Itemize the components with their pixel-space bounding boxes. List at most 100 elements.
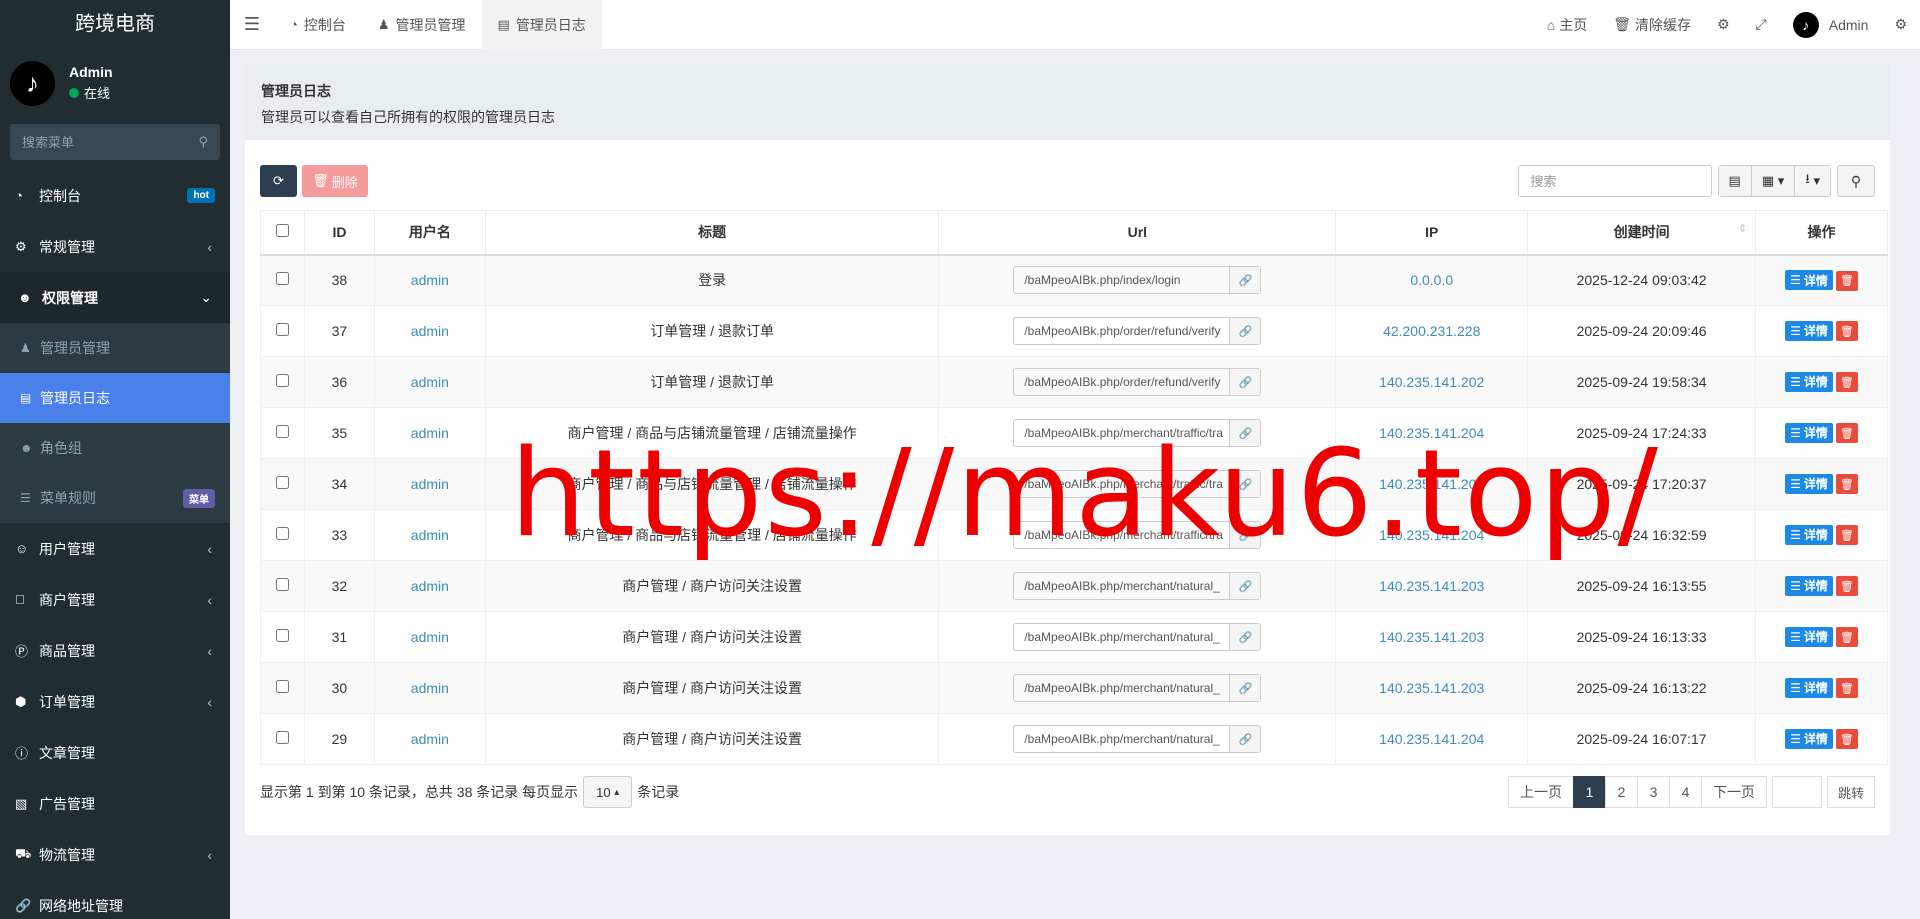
clear-cache-button[interactable]: 🗑 清除缓存 [1600, 15, 1704, 35]
ip-link[interactable]: 140.235.141.204 [1379, 527, 1484, 543]
row-checkbox[interactable] [275, 680, 289, 693]
table-search-input[interactable] [1517, 165, 1712, 197]
delete-button[interactable]: 🗑 删除 [302, 165, 368, 197]
tab-admin-manage[interactable]: ♟ 管理员管理 [362, 0, 482, 50]
row-checkbox[interactable] [275, 323, 289, 336]
language-icon[interactable]: ⚙ [1704, 16, 1743, 33]
detail-button[interactable]: ☰ 详情 [1785, 575, 1833, 596]
open-link-button[interactable]: 🔗 [1230, 420, 1261, 446]
select-all-checkbox[interactable] [275, 224, 289, 238]
detail-button[interactable]: ☰ 详情 [1785, 677, 1833, 698]
col-username[interactable]: 用户名 [373, 210, 486, 256]
open-link-button[interactable]: 🔗 [1230, 318, 1261, 344]
page-1-button[interactable]: 1 [1572, 776, 1606, 808]
ip-link[interactable]: 140.235.141.203 [1379, 680, 1484, 696]
url-text[interactable]: /baMpeoAIBk.php/merchant/traffic/tra [1014, 420, 1231, 446]
page-4-button[interactable]: 4 [1668, 776, 1702, 808]
refresh-button[interactable]: ⟳ [260, 165, 297, 197]
settings-icon[interactable]: ⚙ [1881, 16, 1920, 33]
open-link-button[interactable]: 🔗 [1230, 573, 1261, 599]
username-link[interactable]: admin [411, 425, 449, 441]
detail-button[interactable]: ☰ 详情 [1785, 422, 1833, 443]
url-text[interactable]: /baMpeoAIBk.php/merchant/natural_ [1014, 573, 1231, 599]
ip-link[interactable]: 0.0.0.0 [1410, 272, 1453, 288]
open-link-button[interactable]: 🔗 [1230, 471, 1261, 497]
sidebar-item-logistics[interactable]: ⛟ 物流管理 ‹ [0, 829, 230, 880]
next-page-button[interactable]: 下一页 [1700, 776, 1767, 808]
open-link-button[interactable]: 🔗 [1230, 726, 1261, 752]
tab-dashboard[interactable]: ◔ 控制台 [274, 0, 362, 50]
detail-button[interactable]: ☰ 详情 [1785, 524, 1833, 545]
col-title[interactable]: 标题 [484, 210, 940, 256]
open-link-button[interactable]: 🔗 [1230, 522, 1261, 548]
toggle-view-button[interactable]: ▤ [1718, 166, 1752, 196]
row-checkbox[interactable] [275, 578, 289, 591]
row-delete-button[interactable]: 🗑 [1835, 729, 1858, 750]
page-size-select[interactable]: 10 ▴ [583, 776, 633, 808]
url-text[interactable]: /baMpeoAIBk.php/merchant/traffic/tra [1014, 522, 1231, 548]
ip-link[interactable]: 140.235.141.204 [1379, 425, 1484, 441]
username-link[interactable]: admin [411, 731, 449, 747]
app-logo[interactable]: 跨境电商 [0, 0, 230, 50]
username-link[interactable]: admin [411, 476, 449, 492]
url-text[interactable]: /baMpeoAIBk.php/merchant/natural_ [1014, 624, 1231, 650]
row-delete-button[interactable]: 🗑 [1835, 627, 1858, 648]
ip-link[interactable]: 140.235.141.204 [1379, 731, 1484, 747]
admin-menu[interactable]: ♪ Admin [1780, 11, 1882, 38]
row-delete-button[interactable]: 🗑 [1835, 474, 1858, 495]
page-2-button[interactable]: 2 [1604, 776, 1638, 808]
sidebar-item-admin-manage[interactable]: ♟ 管理员管理 [0, 323, 230, 373]
url-text[interactable]: /baMpeoAIBk.php/order/refund/verify [1014, 318, 1231, 344]
row-checkbox[interactable] [275, 374, 289, 387]
row-checkbox[interactable] [275, 272, 289, 286]
ip-link[interactable]: 42.200.231.228 [1383, 323, 1480, 339]
prev-page-button[interactable]: 上一页 [1507, 776, 1574, 808]
username-link[interactable]: admin [411, 680, 449, 696]
sidebar-item-users[interactable]: ☺ 用户管理 ‹ [0, 523, 230, 574]
detail-button[interactable]: ☰ 详情 [1785, 270, 1833, 290]
sidebar-item-articles[interactable]: ⓘ 文章管理 [0, 727, 230, 778]
row-delete-button[interactable]: 🗑 [1835, 576, 1858, 597]
col-url[interactable]: Url [938, 210, 1337, 256]
search-icon[interactable]: ⚲ [198, 134, 208, 150]
detail-button[interactable]: ☰ 详情 [1785, 728, 1833, 749]
columns-button[interactable]: ▦ ▾ [1751, 166, 1796, 196]
row-checkbox[interactable] [275, 527, 289, 540]
url-text[interactable]: /baMpeoAIBk.php/index/login [1014, 267, 1231, 294]
detail-button[interactable]: ☰ 详情 [1785, 320, 1833, 341]
detail-button[interactable]: ☰ 详情 [1785, 473, 1833, 494]
fullscreen-icon[interactable]: ⤢ [1743, 16, 1780, 33]
jump-page-input[interactable] [1771, 776, 1822, 808]
col-ip[interactable]: IP [1335, 210, 1529, 256]
tab-admin-log[interactable]: ▤ 管理员日志 [481, 0, 602, 50]
row-delete-button[interactable]: 🗑 [1835, 525, 1858, 546]
search-button[interactable]: ⚲ [1837, 165, 1875, 197]
ip-link[interactable]: 140.235.141.204 [1379, 476, 1484, 492]
sidebar-toggle-icon[interactable]: ☰ [230, 14, 274, 35]
row-checkbox[interactable] [275, 476, 289, 489]
detail-button[interactable]: ☰ 详情 [1785, 626, 1833, 647]
sidebar-item-general[interactable]: ⚙ 常规管理 ‹ [0, 221, 230, 272]
sidebar-item-products[interactable]: Ⓟ 商品管理 ‹ [0, 625, 230, 676]
row-delete-button[interactable]: 🗑 [1835, 678, 1858, 699]
row-checkbox[interactable] [275, 425, 289, 438]
jump-button[interactable]: 跳转 [1826, 776, 1875, 808]
url-text[interactable]: /baMpeoAIBk.php/merchant/traffic/tra [1014, 471, 1231, 497]
sidebar-item-menu-rules[interactable]: ☰ 菜单规则 菜单 [0, 473, 230, 523]
menu-search-input[interactable] [22, 134, 172, 150]
row-delete-button[interactable]: 🗑 [1835, 321, 1858, 342]
username-link[interactable]: admin [411, 629, 449, 645]
row-delete-button[interactable]: 🗑 [1835, 270, 1858, 291]
ip-link[interactable]: 140.235.141.203 [1379, 578, 1484, 594]
url-text[interactable]: /baMpeoAIBk.php/order/refund/verify [1014, 369, 1231, 395]
username-link[interactable]: admin [411, 374, 449, 390]
row-delete-button[interactable]: 🗑 [1835, 423, 1858, 444]
open-link-button[interactable]: 🔗 [1230, 675, 1261, 701]
ip-link[interactable]: 140.235.141.203 [1379, 629, 1484, 645]
sidebar-item-network[interactable]: 🔗 网络地址管理 [0, 880, 230, 919]
home-link[interactable]: ⌂ 主页 [1534, 15, 1600, 35]
username-link[interactable]: admin [411, 578, 449, 594]
sidebar-item-orders[interactable]: ⬢ 订单管理 ‹ [0, 676, 230, 727]
sidebar-item-ads[interactable]: ▧ 广告管理 [0, 778, 230, 829]
open-link-button[interactable]: 🔗 [1230, 369, 1261, 395]
